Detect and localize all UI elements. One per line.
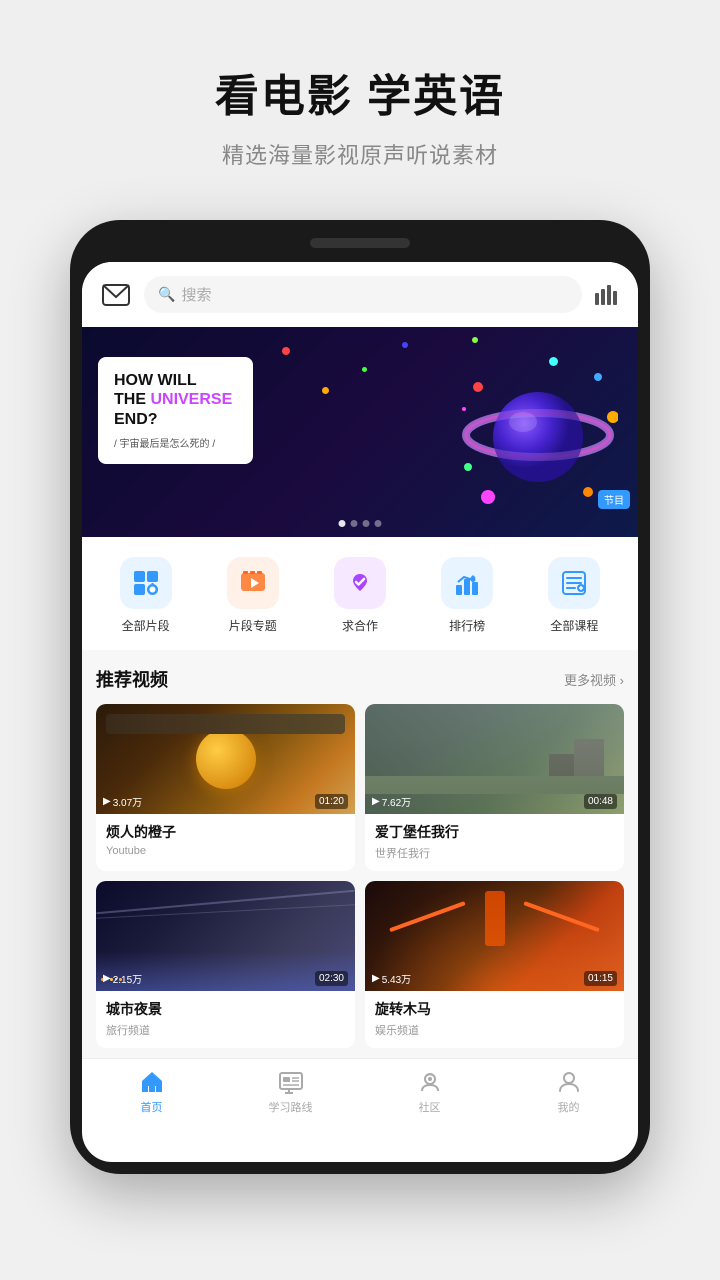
banner-dot-3[interactable] [363, 520, 370, 527]
action-cooperate[interactable]: 求合作 [330, 557, 390, 634]
learning-icon [278, 1069, 304, 1095]
mail-icon[interactable] [98, 277, 134, 313]
video-source-1: Youtube [106, 845, 345, 857]
video-views-2: ▶ 7.62万 [372, 794, 411, 809]
video-source-3: 旅行频道 [106, 1022, 345, 1038]
chart-icon[interactable] [592, 280, 622, 310]
clip-topics-label: 片段专题 [229, 617, 277, 634]
phone-screen: 🔍 搜索 [82, 262, 638, 1162]
clip-topics-icon-wrap [227, 557, 279, 609]
banner-line2: THE UNIVERSE [114, 390, 237, 409]
search-placeholder-text: 搜索 [181, 284, 211, 305]
banner-dots [339, 520, 382, 527]
all-clips-label: 全部片段 [122, 617, 170, 634]
banner-planet [458, 347, 618, 507]
nav-home[interactable]: 首页 [82, 1069, 221, 1115]
all-courses-label: 全部课程 [550, 617, 598, 634]
video-info-3: 城市夜景 旅行频道 [96, 991, 355, 1048]
video-grid: ▶ 3.07万 01:20 烦人的橙子 Youtube [96, 704, 624, 1048]
banner-dot-2[interactable] [351, 520, 358, 527]
search-icon: 🔍 [158, 286, 175, 303]
cooperate-label: 求合作 [342, 617, 378, 634]
recommended-section: 推荐视频 更多视频 › ▶ 3.07万 01:20 [82, 650, 638, 1058]
banner-subtitle: / 宇宙最后是怎么死的 / [114, 435, 237, 450]
video-overlay-2: ▶ 7.62万 00:48 [365, 789, 624, 814]
video-overlay-1: ▶ 3.07万 01:20 [96, 789, 355, 814]
all-clips-icon-wrap [120, 557, 172, 609]
action-all-clips[interactable]: 全部片段 [116, 557, 176, 634]
orange-sphere [196, 729, 256, 789]
ranking-icon-wrap [441, 557, 493, 609]
phone-frame: 🔍 搜索 [70, 220, 650, 1174]
nav-home-label: 首页 [141, 1099, 163, 1115]
video-card-2[interactable]: ▶ 7.62万 00:48 爱丁堡任我行 世界任我行 [365, 704, 624, 871]
video-thumb-4: ▶ 5.43万 01:15 [365, 881, 624, 991]
video-duration-4: 01:15 [584, 971, 617, 986]
video-duration-2: 00:48 [584, 794, 617, 809]
banner-line1: HOW WILL [114, 371, 237, 390]
nav-profile[interactable]: 我的 [499, 1069, 638, 1115]
search-bar: 🔍 搜索 [82, 262, 638, 327]
banner-dot-4[interactable] [375, 520, 382, 527]
community-icon [417, 1069, 443, 1095]
video-thumb-2: ▶ 7.62万 00:48 [365, 704, 624, 814]
shelf-decoration [106, 714, 345, 734]
video-overlay-4: ▶ 5.43万 01:15 [365, 966, 624, 991]
video-views-1: ▶ 3.07万 [103, 794, 142, 809]
action-ranking[interactable]: 排行榜 [437, 557, 497, 634]
nav-learning[interactable]: 学习路线 [221, 1069, 360, 1115]
section-title: 推荐视频 [96, 666, 168, 692]
video-duration-3: 02:30 [315, 971, 348, 986]
banner-universe-text: UNIVERSE [150, 391, 232, 408]
profile-icon [556, 1069, 582, 1095]
action-clip-topics[interactable]: 片段专题 [223, 557, 283, 634]
nav-profile-label: 我的 [558, 1099, 580, 1115]
bottom-nav: 首页 学习路线 [82, 1058, 638, 1129]
video-card-3[interactable]: ▶ 2.15万 02:30 城市夜景 旅行频道 [96, 881, 355, 1048]
video-info-2: 爱丁堡任我行 世界任我行 [365, 814, 624, 871]
video-info-1: 烦人的橙子 Youtube [96, 814, 355, 867]
video-source-2: 世界任我行 [375, 845, 614, 861]
quick-actions: 全部片段 片段专题 [82, 537, 638, 650]
section-header: 推荐视频 更多视频 › [96, 666, 624, 692]
nav-learning-label: 学习路线 [269, 1099, 313, 1115]
video-views-3: ▶ 2.15万 [103, 971, 142, 986]
nav-community-label: 社区 [419, 1099, 441, 1115]
video-title-4: 旋转木马 [375, 999, 614, 1019]
video-info-4: 旋转木马 娱乐频道 [365, 991, 624, 1048]
video-thumb-3: ▶ 2.15万 02:30 [96, 881, 355, 991]
top-section: 看电影 学英语 精选海量影视原声听说素材 [0, 0, 720, 200]
video-title-3: 城市夜景 [106, 999, 345, 1019]
search-input[interactable]: 🔍 搜索 [144, 276, 582, 313]
cooperate-icon-wrap [334, 557, 386, 609]
main-subtitle: 精选海量影视原声听说素材 [0, 138, 720, 170]
main-title: 看电影 学英语 [0, 60, 720, 124]
action-all-courses[interactable]: 全部课程 [544, 557, 604, 634]
video-title-1: 烦人的橙子 [106, 822, 345, 842]
banner-text-card: HOW WILL THE UNIVERSE END? / 宇宙最后是怎么死的 / [98, 357, 253, 464]
all-courses-icon-wrap [548, 557, 600, 609]
video-thumb-1: ▶ 3.07万 01:20 [96, 704, 355, 814]
video-title-2: 爱丁堡任我行 [375, 822, 614, 842]
phone-notch [310, 238, 410, 248]
nav-community[interactable]: 社区 [360, 1069, 499, 1115]
home-icon [139, 1069, 165, 1095]
video-source-4: 娱乐频道 [375, 1022, 614, 1038]
ranking-label: 排行榜 [449, 617, 485, 634]
video-card-4[interactable]: ▶ 5.43万 01:15 旋转木马 娱乐频道 [365, 881, 624, 1048]
banner[interactable]: HOW WILL THE UNIVERSE END? / 宇宙最后是怎么死的 /… [82, 327, 638, 537]
banner-line3: END? [114, 411, 237, 429]
banner-tag: 节目 [598, 490, 630, 509]
video-views-4: ▶ 5.43万 [372, 971, 411, 986]
video-overlay-3: ▶ 2.15万 02:30 [96, 966, 355, 991]
video-card-1[interactable]: ▶ 3.07万 01:20 烦人的橙子 Youtube [96, 704, 355, 871]
more-videos-link[interactable]: 更多视频 › [564, 670, 624, 689]
banner-dot-1[interactable] [339, 520, 346, 527]
video-duration-1: 01:20 [315, 794, 348, 809]
